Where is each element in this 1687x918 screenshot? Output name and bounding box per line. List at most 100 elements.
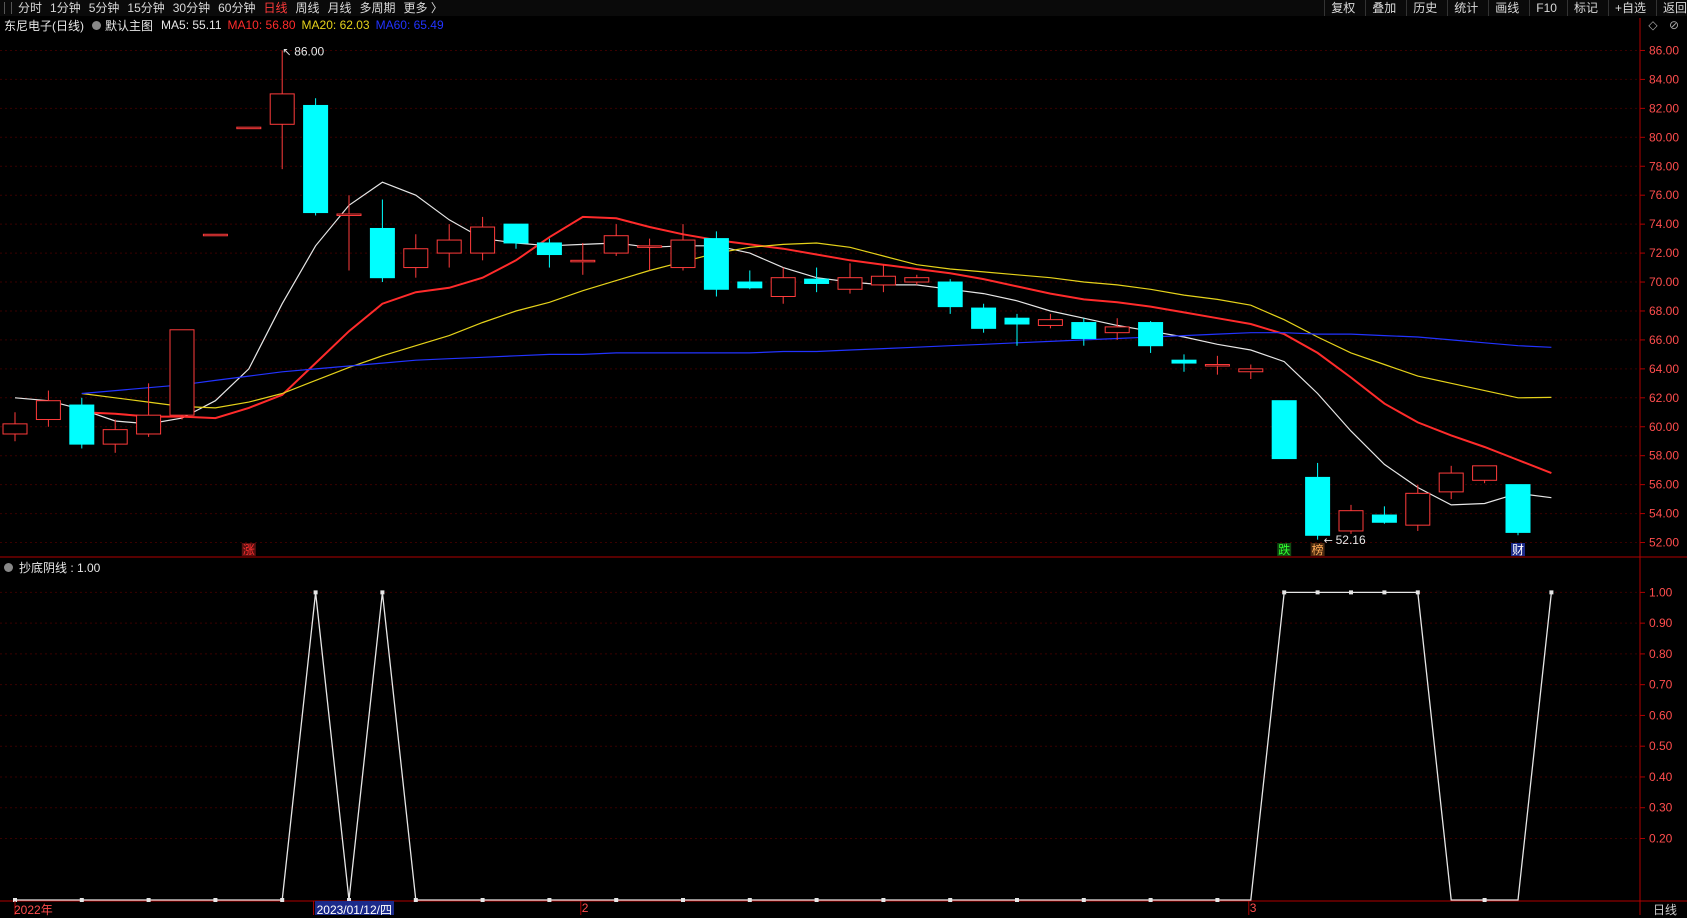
- candle-body-up: [570, 259, 596, 263]
- price-tick-label: 76.00: [1649, 188, 1679, 202]
- candle-body-up: [904, 277, 930, 283]
- indicator-point: [1148, 898, 1153, 902]
- price-tick-label: 56.00: [1649, 478, 1679, 492]
- candle-body-up: [1037, 319, 1063, 326]
- candle-body-down: [1004, 317, 1030, 325]
- candle-body-down: [804, 278, 830, 284]
- candle-body-down: [1505, 484, 1531, 533]
- indicator-tick-label: 0.90: [1649, 616, 1673, 630]
- date-axis-label: 2: [581, 901, 589, 915]
- indicator-point: [547, 898, 552, 902]
- candle-body-up: [1472, 465, 1498, 481]
- date-axis-label: 2023/01/12/四: [314, 901, 394, 917]
- candle-body-up: [269, 93, 295, 125]
- candle-body-up: [2, 423, 28, 435]
- candle-body-down: [1305, 476, 1331, 536]
- indicator-point: [814, 898, 819, 902]
- price-tick-label: 54.00: [1649, 507, 1679, 521]
- candle-body-down: [303, 104, 329, 214]
- price-tick-label: 58.00: [1649, 449, 1679, 463]
- indicator-tick-label: 0.30: [1649, 801, 1673, 815]
- indicator-point: [213, 898, 218, 902]
- indicator-point: [1015, 898, 1019, 902]
- candle-body-up: [202, 233, 228, 237]
- candle-body-up: [169, 329, 195, 416]
- indicator-point: [1382, 590, 1387, 595]
- candle-body-down: [1271, 400, 1297, 460]
- date-axis-label: 3: [1249, 901, 1257, 915]
- candle-body-up: [1338, 510, 1364, 532]
- candle-body-up: [403, 248, 429, 269]
- indicator-point: [413, 898, 418, 902]
- high-arrow-icon: ↖: [282, 45, 291, 58]
- indicator-point: [747, 898, 752, 902]
- indicator-tick-label: 0.80: [1649, 647, 1673, 661]
- candle-body-up: [670, 239, 696, 269]
- indicator-tick-label: 0.60: [1649, 708, 1673, 722]
- low-price-label: 52.16: [1336, 533, 1366, 547]
- event-marker-39: 榜: [1312, 542, 1324, 557]
- price-tick-label: 72.00: [1649, 246, 1679, 260]
- indicator-point: [1215, 898, 1220, 902]
- kline-chart[interactable]: 86.00 84.00 82.00 80.00 78.00 76.00 74.00 72.00…: [0, 0, 1687, 915]
- ma-line-ma10: [81, 215, 1552, 475]
- indicator-tick-label: 0.70: [1649, 678, 1673, 692]
- price-tick-label: 52.00: [1649, 536, 1679, 550]
- low-arrow-icon: ←: [1324, 534, 1333, 547]
- candle-body-down: [369, 227, 395, 279]
- candle-body-down: [1071, 322, 1097, 339]
- candle-body-down: [69, 404, 95, 445]
- indicator-tick-label: 1.00: [1649, 585, 1673, 599]
- indicator-point: [1282, 590, 1287, 595]
- period-badge: 日线: [1652, 903, 1677, 917]
- candle-body-down: [1371, 514, 1397, 523]
- indicator-point: [948, 898, 953, 902]
- candle-body-up: [1405, 492, 1431, 526]
- price-tick-label: 70.00: [1649, 275, 1679, 289]
- date-axis-label: 2022年: [14, 903, 53, 917]
- candle-body-up: [102, 429, 128, 445]
- price-tick-label: 68.00: [1649, 304, 1679, 318]
- price-tick-label: 66.00: [1649, 333, 1679, 347]
- indicator-point: [1315, 590, 1320, 595]
- indicator-point: [380, 590, 385, 595]
- candle-body-up: [870, 275, 896, 286]
- indicator-point: [79, 898, 84, 902]
- price-tick-label: 64.00: [1649, 362, 1679, 376]
- indicator-point: [313, 590, 318, 595]
- candle-body-up: [1438, 472, 1464, 493]
- indicator-point: [480, 898, 485, 902]
- candle-body-up: [436, 239, 462, 254]
- price-tick-label: 62.00: [1649, 391, 1679, 405]
- candle-body-up: [236, 126, 262, 130]
- candle-body-up: [1238, 368, 1264, 373]
- candle-body-up: [470, 226, 496, 254]
- event-marker-45: 财: [1512, 543, 1524, 557]
- candle-body-down: [1171, 359, 1197, 364]
- indicator-point: [1549, 590, 1554, 595]
- event-marker-38: 跌: [1278, 542, 1290, 557]
- candle-body-up: [637, 245, 663, 248]
- high-price-label: 86.00: [294, 44, 324, 58]
- indicator-tick-label: 0.40: [1649, 770, 1673, 784]
- ma-line-ma5: [14, 181, 1552, 506]
- candle-body-down: [536, 242, 562, 256]
- event-marker-7: 涨: [243, 542, 255, 557]
- candle-body-up: [1104, 326, 1130, 334]
- candle-body-down: [737, 281, 763, 289]
- indicator-point: [881, 898, 886, 902]
- candle-body-up: [35, 400, 61, 421]
- indicator-point: [1482, 898, 1487, 902]
- candle-body-down: [1138, 322, 1164, 347]
- price-tick-label: 60.00: [1649, 420, 1679, 434]
- candle-body-up: [603, 235, 629, 254]
- price-tick-label: 84.00: [1649, 72, 1679, 86]
- price-tick-label: 82.00: [1649, 101, 1679, 115]
- candle-body-down: [937, 281, 963, 308]
- candle-body-up: [837, 277, 863, 290]
- indicator-tick-label: 0.20: [1649, 831, 1673, 845]
- price-tick-label: 74.00: [1649, 217, 1679, 231]
- indicator-point: [1415, 590, 1420, 595]
- price-tick-label: 78.00: [1649, 159, 1679, 173]
- candle-body-down: [703, 238, 729, 290]
